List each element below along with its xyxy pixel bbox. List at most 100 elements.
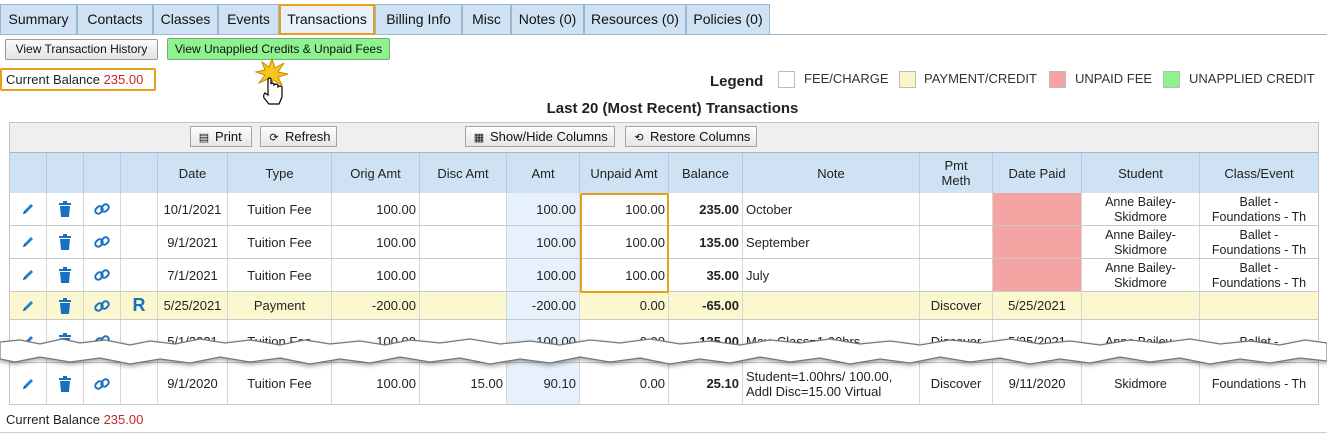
date-cell: 10/1/2021 (158, 193, 228, 225)
link-cell[interactable] (84, 193, 121, 225)
restore-icon: ⟲ (634, 132, 644, 144)
link-icon[interactable] (84, 234, 120, 250)
tab-resources[interactable]: Resources (0) (584, 4, 686, 35)
student-line: Anne Bailey- (1105, 228, 1176, 242)
date-paid-cell (993, 193, 1082, 225)
student-line: Skidmore (1114, 276, 1167, 290)
disc-amt-cell (420, 259, 507, 291)
orig-amt-cell: 100.00 (332, 193, 420, 225)
tab-events[interactable]: Events (218, 4, 279, 35)
legend-label-fee: FEE/CHARGE (804, 71, 889, 86)
col-pmt-meth[interactable]: Pmt Meth (920, 153, 993, 193)
delete-cell[interactable] (47, 259, 84, 291)
col-unpaid-amt[interactable]: Unpaid Amt (580, 153, 669, 193)
show-hide-label: Show/Hide Columns (490, 129, 608, 144)
legend-swatch-fee (778, 71, 795, 88)
col-date-paid[interactable]: Date Paid (993, 153, 1082, 193)
type-cell: Payment (228, 292, 332, 319)
orig-amt-cell: 100.00 (332, 226, 420, 258)
type-cell: Tuition Fee (228, 259, 332, 291)
col-student[interactable]: Student (1082, 153, 1200, 193)
current-balance-label: Current Balance (6, 72, 100, 87)
pmt-meth-cell (920, 226, 993, 258)
student-cell: Anne Bailey- Skidmore (1082, 259, 1200, 291)
trash-icon[interactable] (47, 375, 83, 392)
tab-contacts[interactable]: Contacts (77, 4, 153, 35)
edit-cell[interactable] (10, 259, 47, 291)
col-disc-amt[interactable]: Disc Amt (420, 153, 507, 193)
link-icon[interactable] (84, 201, 120, 217)
delete-cell[interactable] (47, 292, 84, 319)
edit-icon[interactable] (10, 268, 46, 282)
col-class-event[interactable]: Class/Event (1200, 153, 1318, 193)
link-cell[interactable] (84, 259, 121, 291)
print-button[interactable]: ▤ Print (190, 126, 252, 147)
student-line: Skidmore (1114, 210, 1167, 224)
tab-notes[interactable]: Notes (0) (511, 4, 584, 35)
edit-icon[interactable] (10, 235, 46, 249)
date-paid-cell: 5/25/2021 (993, 292, 1082, 319)
link-icon[interactable] (84, 298, 120, 314)
col-note[interactable]: Note (743, 153, 920, 193)
edit-icon[interactable] (10, 377, 46, 391)
col-date[interactable]: Date (158, 153, 228, 193)
note-line: September (746, 234, 810, 250)
view-transaction-history-button[interactable]: View Transaction History (5, 39, 158, 60)
link-cell[interactable] (84, 226, 121, 258)
trash-icon[interactable] (47, 297, 83, 314)
link-icon[interactable] (84, 267, 120, 283)
legend-label-payment: PAYMENT/CREDIT (924, 71, 1037, 86)
link-icon[interactable] (84, 376, 120, 392)
col-delete (47, 153, 84, 193)
current-balance-bottom-value: 235.00 (103, 412, 144, 427)
edit-cell[interactable] (10, 193, 47, 225)
legend-swatch-unpaid (1049, 71, 1066, 88)
printer-icon: ▤ (198, 132, 210, 144)
note-line: July (746, 267, 770, 283)
tab-policies[interactable]: Policies (0) (686, 4, 770, 35)
edit-cell[interactable] (10, 292, 47, 319)
col-orig-amt[interactable]: Orig Amt (332, 153, 420, 193)
delete-cell[interactable] (47, 226, 84, 258)
note-line: Addl Disc=15.00 Virtual (746, 383, 882, 399)
balance-cell: -65.00 (669, 292, 743, 319)
class-event-cell: Ballet - Foundations - Th (1200, 226, 1318, 258)
tab-misc[interactable]: Misc (462, 4, 511, 35)
edit-cell[interactable] (10, 226, 47, 258)
restore-columns-button[interactable]: ⟲ Restore Columns (625, 126, 757, 147)
edit-icon[interactable] (10, 299, 46, 313)
legend-label-unapplied: UNAPPLIED CREDIT (1189, 71, 1315, 86)
refresh-button[interactable]: ⟳ Refresh (260, 126, 337, 147)
note-cell (743, 292, 920, 319)
unpaid-amt-highlight (580, 193, 669, 293)
link-cell[interactable] (84, 292, 121, 319)
note-cell: October (743, 193, 920, 225)
tab-billing-info[interactable]: Billing Info (375, 4, 462, 35)
tab-transactions[interactable]: Transactions (279, 4, 375, 35)
trash-icon[interactable] (47, 234, 83, 250)
pmt-meth-cell: Discover (920, 292, 993, 319)
edit-icon[interactable] (10, 202, 46, 216)
note-cell: September (743, 226, 920, 258)
col-type[interactable]: Type (228, 153, 332, 193)
delete-cell[interactable] (47, 193, 84, 225)
note-line: Student=1.00hrs/ 100.00, (746, 368, 893, 384)
trash-icon[interactable] (47, 267, 83, 283)
col-balance[interactable]: Balance (669, 153, 743, 193)
class-event-line: Ballet - (1239, 261, 1279, 275)
tab-classes[interactable]: Classes (153, 4, 218, 35)
note-line: October (746, 201, 793, 217)
trash-icon[interactable] (47, 201, 83, 217)
col-amt[interactable]: Amt (507, 153, 580, 193)
date-paid-cell (993, 226, 1082, 258)
flag-cell (121, 226, 158, 258)
tab-summary[interactable]: Summary (0, 4, 77, 35)
unpaid-amt-cell: 0.00 (580, 292, 669, 319)
amt-cell: 100.00 (507, 259, 580, 291)
pmt-meth-cell (920, 193, 993, 225)
legend-title: Legend (710, 73, 764, 90)
disc-amt-cell (420, 193, 507, 225)
note-cell: July (743, 259, 920, 291)
flag-cell: R (121, 292, 158, 319)
show-hide-columns-button[interactable]: ▦ Show/Hide Columns (465, 126, 615, 147)
